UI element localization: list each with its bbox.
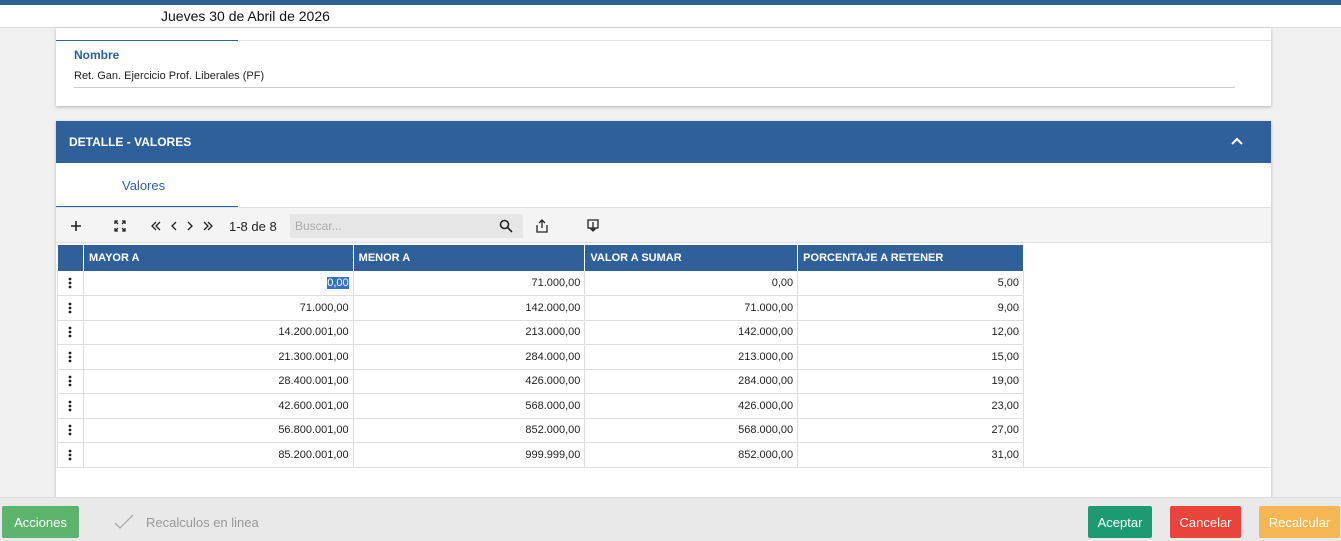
tab-divider	[238, 40, 1271, 41]
row-menu-icon[interactable]	[57, 320, 84, 345]
cell-valor-a-sumar[interactable]: 0,00	[584, 271, 799, 296]
col-porcentaje-a-retener[interactable]: PORCENTAJE A RETENER	[797, 245, 1024, 271]
cell-mayor-a[interactable]: 42.600.001,00	[83, 393, 354, 419]
name-value[interactable]: Ret. Gan. Ejercicio Prof. Liberales (PF)	[74, 70, 264, 82]
cell-valor-a-sumar[interactable]: 426.000,00	[584, 393, 799, 419]
cell-menor-a[interactable]: 852.000,00	[353, 418, 586, 443]
recalcular-button[interactable]: Recalcular	[1259, 506, 1340, 538]
cell-mayor-a[interactable]: 85.200.001,00	[83, 442, 354, 468]
grid-toolbar: 1-8 de 8	[56, 207, 1271, 243]
cell-valor-a-sumar[interactable]: 568.000,00	[584, 418, 799, 443]
cancelar-button[interactable]: Cancelar	[1170, 506, 1241, 538]
table-row[interactable]: 21.300.001,00 284.000,00 213.000,00 15,00	[57, 344, 1024, 370]
cell-menor-a[interactable]: 142.000,00	[353, 295, 586, 321]
recalc-inline-label: Recalculos en linea	[146, 514, 259, 530]
next-page-icon[interactable]	[183, 208, 197, 244]
table-row[interactable]: 14.200.001,00 213.000,00 142.000,00 12,00	[57, 320, 1024, 345]
table-row[interactable]: 56.800.001,00 852.000,00 568.000,00 27,00	[57, 418, 1024, 443]
general-tab-indicator	[56, 40, 238, 41]
cell-menor-a[interactable]: 71.000,00	[353, 271, 586, 296]
name-label: Nombre	[74, 48, 120, 62]
last-page-icon[interactable]	[200, 208, 216, 244]
recalc-inline-toggle[interactable]: Recalculos en linea	[114, 514, 259, 530]
values-grid: MAYOR A MENOR A VALOR A SUMAR PORCENTAJE…	[57, 245, 1024, 468]
aceptar-button[interactable]: Aceptar	[1088, 506, 1152, 538]
footer-bar: Acciones Recalculos en linea Aceptar Can…	[0, 497, 1341, 541]
cell-menor-a[interactable]: 999.999,00	[353, 442, 586, 468]
grid-bottom-border	[56, 467, 1271, 468]
tab-valores[interactable]: Valores	[56, 163, 238, 207]
cell-valor-a-sumar[interactable]: 142.000,00	[584, 320, 799, 345]
cell-porcentaje-a-retener[interactable]: 27,00	[797, 418, 1024, 443]
cell-porcentaje-a-retener[interactable]: 5,00	[797, 271, 1024, 296]
row-menu-header	[57, 245, 84, 271]
first-page-icon[interactable]	[148, 208, 164, 244]
cell-valor-a-sumar[interactable]: 852.000,00	[584, 442, 799, 468]
cell-mayor-a[interactable]: 0,00	[83, 271, 354, 296]
row-menu-icon[interactable]	[57, 344, 84, 370]
cell-porcentaje-a-retener[interactable]: 15,00	[797, 344, 1024, 370]
cell-mayor-a[interactable]: 71.000,00	[83, 295, 354, 321]
detail-title: DETALLE - VALORES	[69, 135, 192, 149]
add-icon[interactable]	[66, 208, 86, 244]
selected-cell-text: 0,00	[327, 277, 349, 289]
table-row[interactable]: 85.200.001,00 999.999,00 852.000,00 31,00	[57, 442, 1024, 468]
import-icon[interactable]	[582, 208, 604, 244]
cell-menor-a[interactable]: 213.000,00	[353, 320, 586, 345]
row-menu-icon[interactable]	[57, 418, 84, 443]
col-valor-a-sumar[interactable]: VALOR A SUMAR	[584, 245, 799, 271]
previous-page-icon[interactable]	[167, 208, 181, 244]
cell-menor-a[interactable]: 568.000,00	[353, 393, 586, 419]
detail-header[interactable]: DETALLE - VALORES	[56, 121, 1271, 163]
table-row[interactable]: 71.000,00 142.000,00 71.000,00 9,00	[57, 295, 1024, 321]
col-mayor-a[interactable]: MAYOR A	[83, 245, 354, 271]
cell-mayor-a[interactable]: 28.400.001,00	[83, 369, 354, 394]
current-date: Jueves 30 de Abril de 2026	[161, 8, 330, 24]
chevron-up-icon[interactable]	[1229, 133, 1245, 149]
cell-porcentaje-a-retener[interactable]: 31,00	[797, 442, 1024, 468]
search-input[interactable]	[290, 214, 523, 238]
cell-valor-a-sumar[interactable]: 213.000,00	[584, 344, 799, 370]
row-menu-icon[interactable]	[57, 295, 84, 321]
cell-porcentaje-a-retener[interactable]: 23,00	[797, 393, 1024, 419]
cell-menor-a[interactable]: 284.000,00	[353, 344, 586, 370]
search-icon[interactable]	[499, 219, 513, 233]
cell-valor-a-sumar[interactable]: 71.000,00	[584, 295, 799, 321]
cell-menor-a[interactable]: 426.000,00	[353, 369, 586, 394]
cell-porcentaje-a-retener[interactable]: 19,00	[797, 369, 1024, 394]
page-indicator: 1-8 de 8	[229, 219, 277, 234]
cell-porcentaje-a-retener[interactable]: 12,00	[797, 320, 1024, 345]
table-row[interactable]: 28.400.001,00 426.000,00 284.000,00 19,00	[57, 369, 1024, 394]
detail-card: DETALLE - VALORES Valores 1-8 de 8 Busca…	[56, 121, 1271, 501]
expand-icon[interactable]	[110, 208, 130, 244]
tab-valores-label: Valores	[122, 178, 166, 193]
check-icon	[114, 514, 134, 529]
name-field-underline	[74, 87, 1235, 88]
table-row[interactable]: 42.600.001,00 568.000,00 426.000,00 23,00	[57, 393, 1024, 419]
row-menu-icon[interactable]	[57, 369, 84, 394]
col-menor-a[interactable]: MENOR A	[353, 245, 586, 271]
grid-header-row: MAYOR A MENOR A VALOR A SUMAR PORCENTAJE…	[57, 245, 1024, 271]
cell-mayor-a[interactable]: 14.200.001,00	[83, 320, 354, 345]
cell-mayor-a[interactable]: 21.300.001,00	[83, 344, 354, 370]
export-icon[interactable]	[532, 208, 552, 244]
row-menu-icon[interactable]	[57, 393, 84, 419]
table-row[interactable]: 0,00 71.000,00 0,00 5,00	[57, 271, 1024, 296]
date-bar: Jueves 30 de Abril de 2026	[0, 5, 1341, 28]
cell-valor-a-sumar[interactable]: 284.000,00	[584, 369, 799, 394]
cell-porcentaje-a-retener[interactable]: 9,00	[797, 295, 1024, 321]
general-card: Nombre Ret. Gan. Ejercicio Prof. Liberal…	[56, 28, 1271, 106]
row-menu-icon[interactable]	[57, 271, 84, 296]
cell-mayor-a[interactable]: 56.800.001,00	[83, 418, 354, 443]
row-menu-icon[interactable]	[57, 442, 84, 468]
acciones-button[interactable]: Acciones	[2, 506, 79, 538]
